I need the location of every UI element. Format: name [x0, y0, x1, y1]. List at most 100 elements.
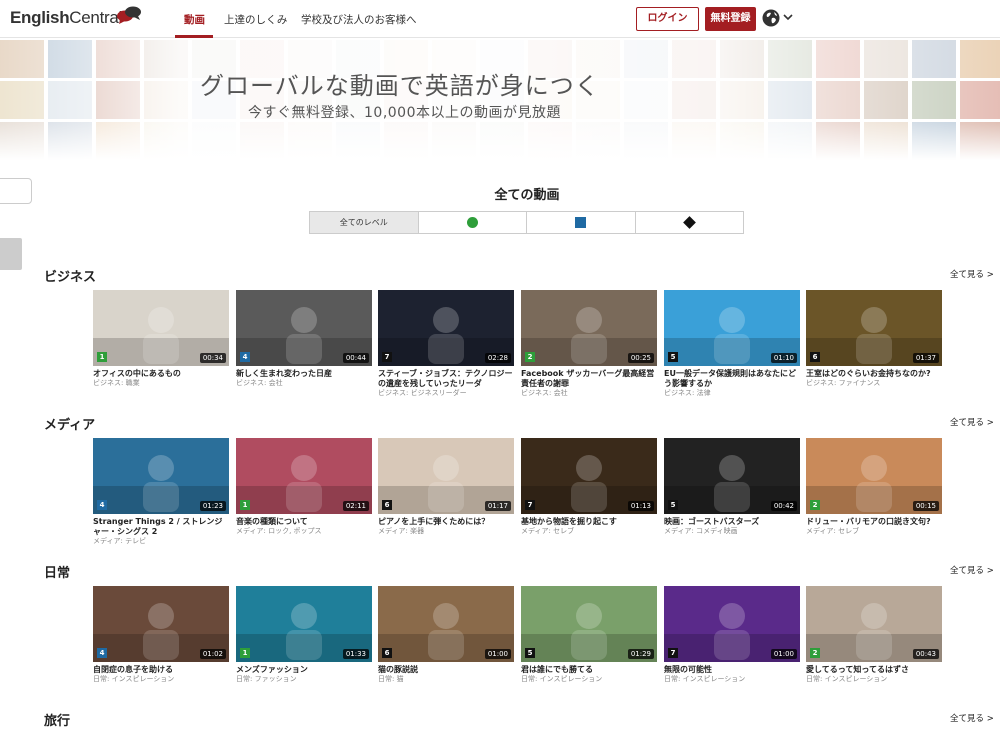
video-category: 日常: インスピレーション	[521, 675, 603, 683]
video-card[interactable]: 7 01:00 無限の可能性 日常: インスピレーション	[664, 586, 800, 684]
speech-bubbles-icon	[117, 6, 141, 24]
video-title[interactable]: 新しく生まれ変わった日産	[236, 369, 372, 379]
see-all-link[interactable]: 全て見る >	[950, 416, 994, 428]
video-thumbnail[interactable]: 6 01:37	[806, 290, 942, 366]
duration-label: 01:29	[627, 649, 654, 659]
video-title[interactable]: 自閉症の息子を助ける	[93, 665, 229, 675]
video-category: ビジネス: 会社	[521, 389, 568, 397]
video-title[interactable]: 愛してるって知ってるはずさ	[806, 665, 942, 675]
video-thumbnail[interactable]: 7 02:28	[378, 290, 514, 366]
level-filter-beginner[interactable]	[419, 212, 527, 233]
video-card[interactable]: 5 00:42 映画：ゴーストバスターズ メディア: コメディ映画	[664, 438, 800, 536]
level-badge: 7	[668, 648, 678, 658]
section-title: ビジネス	[44, 270, 97, 285]
video-title[interactable]: 無限の可能性	[664, 665, 800, 675]
nav-link-videos[interactable]: 動画	[184, 12, 205, 27]
video-thumbnail[interactable]: 6 01:00	[378, 586, 514, 662]
video-thumbnail[interactable]: 4 01:02	[93, 586, 229, 662]
video-category: メディア: テレビ	[93, 537, 147, 545]
video-title[interactable]: Stranger Things 2 / ストレンジャー・シングス 2	[93, 517, 229, 537]
side-panel-tab[interactable]	[0, 238, 22, 270]
video-title[interactable]: EU一般データ保護規則はあなたにどう影響するか	[664, 369, 800, 389]
video-card[interactable]: 5 01:10 EU一般データ保護規則はあなたにどう影響するか ビジネス: 法律	[664, 290, 800, 398]
video-card[interactable]: 1 01:33 メンズファッション 日常: ファッション	[236, 586, 372, 684]
level-filter-advanced[interactable]	[636, 212, 744, 233]
video-thumbnail[interactable]: 7 01:00	[664, 586, 800, 662]
video-title[interactable]: オフィスの中にあるもの	[93, 369, 229, 379]
active-nav-indicator	[175, 35, 213, 38]
video-title[interactable]: 猫の豚説説	[378, 665, 514, 675]
video-title[interactable]: スティーブ・ジョブス：テクノロジーの遺産を残していったリーダ	[378, 369, 514, 389]
video-category: メディア: ロック, ポップス	[236, 527, 322, 535]
duration-label: 01:23	[199, 501, 226, 511]
level-badge: 5	[668, 352, 678, 362]
video-thumbnail[interactable]: 1 02:11	[236, 438, 372, 514]
video-thumbnail[interactable]: 6 01:17	[378, 438, 514, 514]
logo[interactable]: EnglishCentral	[10, 8, 122, 28]
nav-link-schools-business[interactable]: 学校及び法人のお客様へ	[301, 12, 417, 27]
video-title[interactable]: 君は誰にでも勝てる	[521, 665, 657, 675]
section-title: メディア	[44, 418, 96, 433]
level-filter-all-label: 全てのレベル	[339, 218, 388, 227]
video-thumbnail[interactable]: 1 01:33	[236, 586, 372, 662]
video-title[interactable]: ピアノを上手に弾くためには？	[378, 517, 514, 527]
video-title[interactable]: 王室はどのぐらいお金持ちなのか?	[806, 369, 942, 379]
video-card[interactable]: 7 01:13 基地から物語を掘り起こす メディア: セレブ	[521, 438, 657, 536]
video-category: ビジネス: 会社	[236, 379, 283, 387]
duration-label: 00:44	[342, 353, 369, 363]
video-card[interactable]: 1 02:11 音楽の種類について メディア: ロック, ポップス	[236, 438, 372, 536]
see-all-link[interactable]: 全て見る >	[950, 268, 994, 280]
signup-button[interactable]: 無料登録	[705, 7, 756, 31]
see-all-link[interactable]: 全て見る >	[950, 712, 994, 724]
video-thumbnail[interactable]: 5 01:29	[521, 586, 657, 662]
nav-link-how-it-works[interactable]: 上達のしくみ	[224, 12, 287, 27]
video-thumbnail[interactable]: 2 00:15	[806, 438, 942, 514]
logo-text-bold: English	[10, 8, 70, 27]
side-search-input[interactable]	[0, 178, 32, 204]
video-thumbnail[interactable]: 5 01:10	[664, 290, 800, 366]
duration-label: 01:37	[912, 353, 939, 363]
video-card[interactable]: 6 01:17 ピアノを上手に弾くためには？ メディア: 楽器	[378, 438, 514, 536]
level-badge: 2	[525, 352, 535, 362]
video-card[interactable]: 6 01:00 猫の豚説説 日常: 猫	[378, 586, 514, 684]
see-all-link[interactable]: 全て見る >	[950, 564, 994, 576]
video-thumbnail[interactable]: 4 00:44	[236, 290, 372, 366]
level-badge: 7	[525, 500, 535, 510]
duration-label: 00:34	[199, 353, 226, 363]
video-category: メディア: コメディ映画	[664, 527, 738, 535]
video-card[interactable]: 4 00:44 新しく生まれ変わった日産 ビジネス: 会社	[236, 290, 372, 388]
level-badge: 1	[240, 500, 250, 510]
video-title[interactable]: メンズファッション	[236, 665, 372, 675]
globe-icon[interactable]	[762, 9, 780, 27]
video-thumbnail[interactable]: 5 00:42	[664, 438, 800, 514]
video-thumbnail[interactable]: 2 00:25	[521, 290, 657, 366]
video-thumbnail[interactable]: 1 00:34	[93, 290, 229, 366]
video-title[interactable]: 映画：ゴーストバスターズ	[664, 517, 800, 527]
video-thumbnail[interactable]: 2 00:43	[806, 586, 942, 662]
video-card[interactable]: 4 01:23 Stranger Things 2 / ストレンジャー・シングス 2…	[93, 438, 229, 546]
video-title[interactable]: Facebook ザッカーバーグ最高経営責任者の謝罪	[521, 369, 657, 389]
chevron-down-icon[interactable]	[783, 13, 793, 21]
level-badge: 5	[668, 500, 678, 510]
video-card[interactable]: 2 00:15 ドリュー・バリモアの口説き文句? メディア: セレブ	[806, 438, 942, 536]
level-badge: 1	[97, 352, 107, 362]
login-button[interactable]: ログイン	[636, 7, 699, 31]
video-title[interactable]: 音楽の種類について	[236, 517, 372, 527]
video-title[interactable]: ドリュー・バリモアの口説き文句?	[806, 517, 942, 527]
video-title[interactable]: 基地から物語を掘り起こす	[521, 517, 657, 527]
video-card[interactable]: 2 00:25 Facebook ザッカーバーグ最高経営責任者の謝罪 ビジネス: 会社	[521, 290, 657, 398]
level-badge: 7	[382, 352, 392, 362]
video-card[interactable]: 6 01:37 王室はどのぐらいお金持ちなのか? ビジネス: ファイナンス	[806, 290, 942, 388]
video-card[interactable]: 4 01:02 自閉症の息子を助ける 日常: インスピレーション	[93, 586, 229, 684]
level-filter-intermediate[interactable]	[527, 212, 636, 233]
video-thumbnail[interactable]: 4 01:23	[93, 438, 229, 514]
video-card[interactable]: 2 00:43 愛してるって知ってるはずさ 日常: インスピレーション	[806, 586, 942, 684]
video-card[interactable]: 1 00:34 オフィスの中にあるもの ビジネス: 職業	[93, 290, 229, 388]
video-card[interactable]: 7 02:28 スティーブ・ジョブス：テクノロジーの遺産を残していったリーダ ビジネス…	[378, 290, 514, 398]
video-card[interactable]: 5 01:29 君は誰にでも勝てる 日常: インスピレーション	[521, 586, 657, 684]
video-category: ビジネス: ビジネスリーダー	[378, 389, 467, 397]
video-category: ビジネス: 職業	[93, 379, 140, 387]
level-filter-all[interactable]: 全てのレベル	[310, 212, 419, 233]
duration-label: 00:25	[627, 353, 654, 363]
video-thumbnail[interactable]: 7 01:13	[521, 438, 657, 514]
